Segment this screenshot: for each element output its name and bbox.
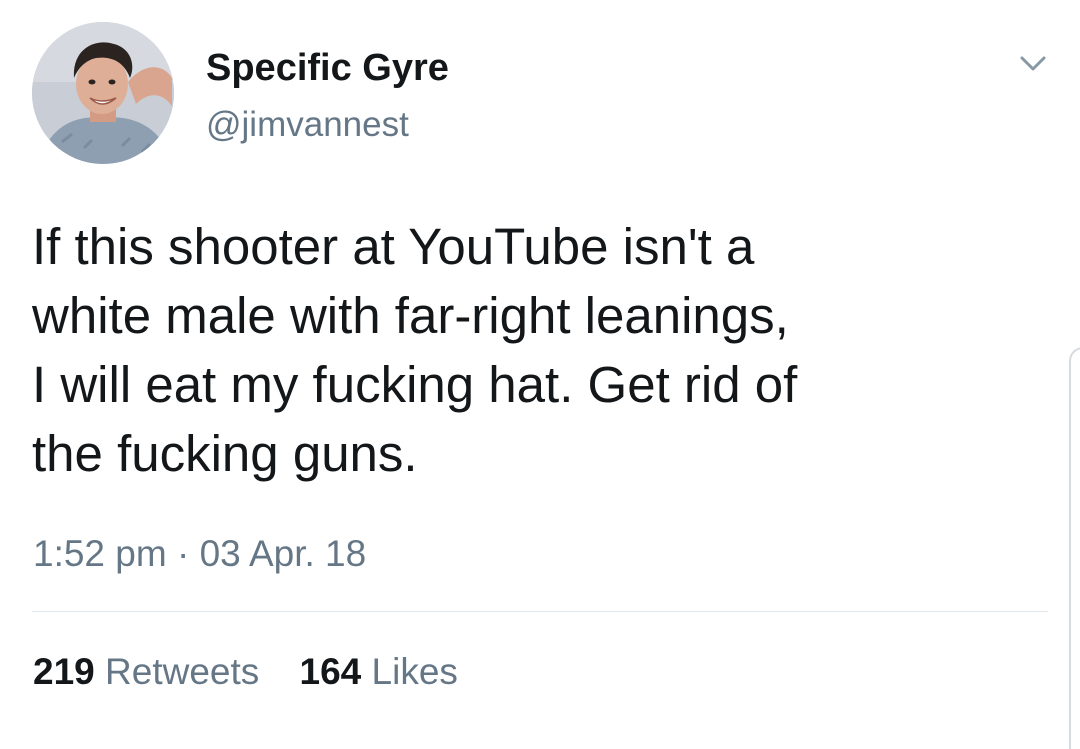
tweet-text-line: the fucking guns. xyxy=(32,425,418,482)
tweet-text-line: If this shooter at YouTube isn't a xyxy=(32,218,755,275)
overlay-panel-edge xyxy=(1069,347,1080,749)
likes-count: 164 xyxy=(299,651,362,692)
profile-photo xyxy=(32,22,174,164)
chevron-down-icon[interactable] xyxy=(1018,52,1048,76)
retweets-count: 219 xyxy=(33,651,95,692)
user-handle[interactable]: @jimvannest xyxy=(206,104,409,146)
tweet-timestamp[interactable]: 1:52 pm · 03 Apr. 18 xyxy=(33,532,366,576)
display-name[interactable]: Specific Gyre xyxy=(206,46,449,90)
tweet-stats: 219 Retweets 164 Likes xyxy=(33,650,488,694)
tweet-text-line: I will eat my fucking hat. Get rid of xyxy=(32,356,798,413)
avatar[interactable] xyxy=(32,22,174,164)
retweets-stat[interactable]: 219 Retweets xyxy=(33,650,259,694)
divider xyxy=(32,611,1048,612)
tweet-text-line: white male with far-right leanings, xyxy=(32,287,789,344)
tweet-text: If this shooter at YouTube isn't a white… xyxy=(32,212,1032,488)
retweets-label: Retweets xyxy=(105,651,260,692)
likes-label: Likes xyxy=(371,651,458,692)
likes-stat[interactable]: 164 Likes xyxy=(300,650,458,694)
